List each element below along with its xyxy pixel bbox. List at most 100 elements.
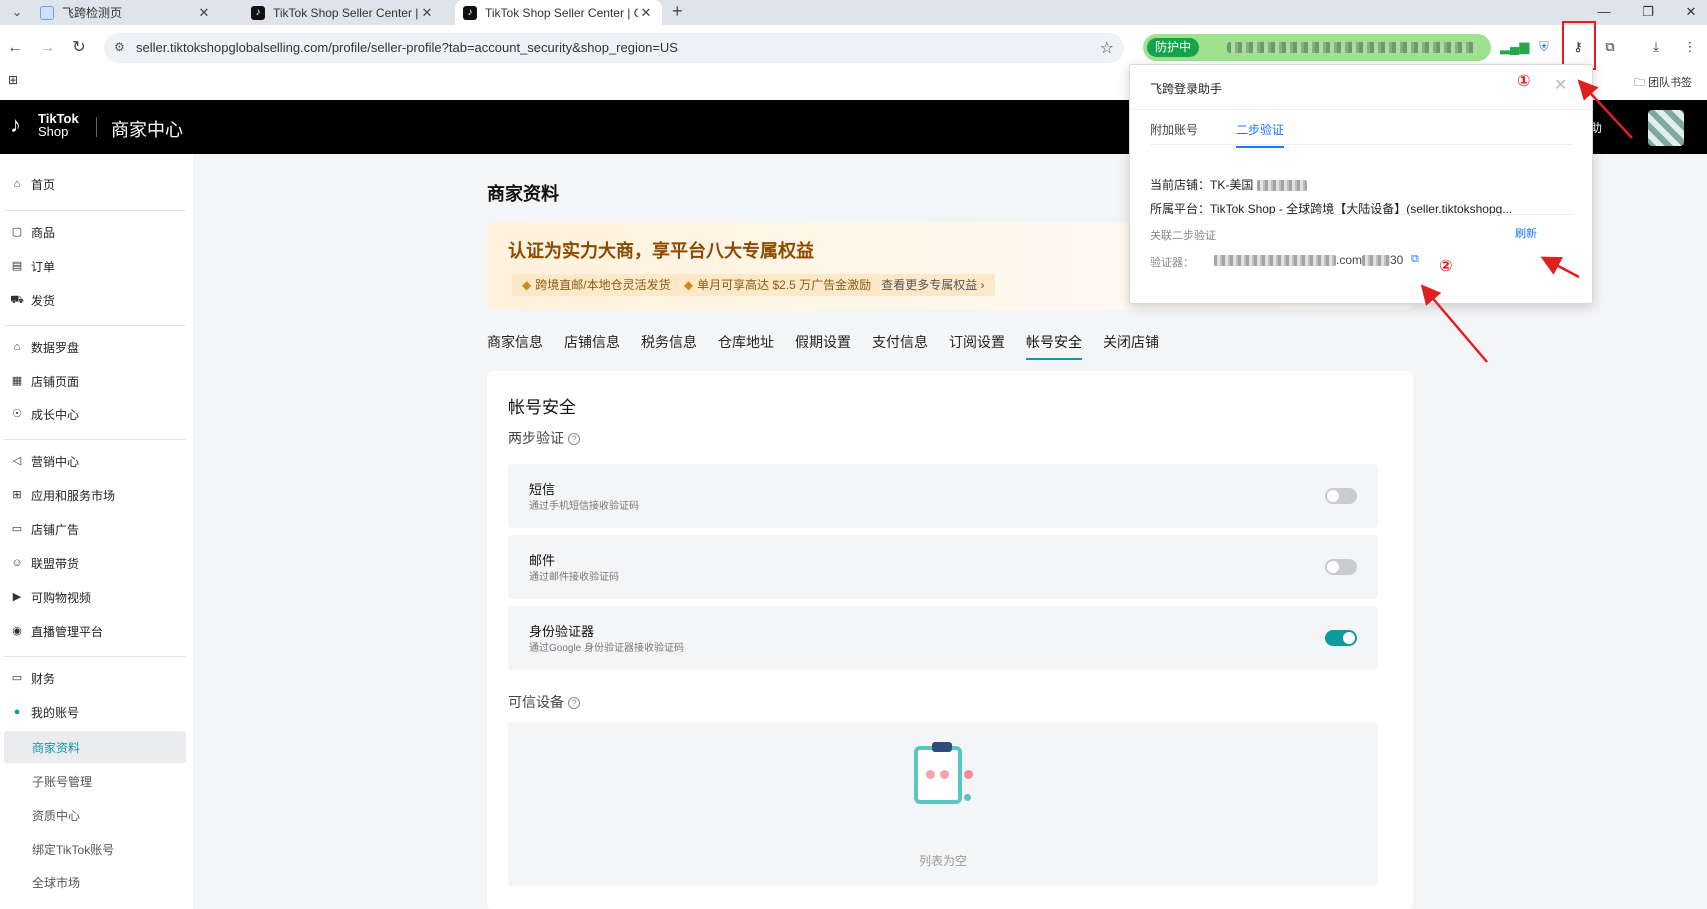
option-toggle[interactable] [1325, 559, 1357, 575]
browser-tab-2[interactable]: ♪ TikTok Shop Seller Center | C ✕ [243, 0, 443, 25]
more-menu-icon[interactable]: ⋮ [1678, 35, 1702, 59]
team-bookmark-folder[interactable]: 🗀 团队书签 [1634, 74, 1692, 93]
option-toggle[interactable] [1325, 630, 1357, 646]
profile-tab[interactable]: 帐号安全 [1026, 332, 1082, 360]
help-question-icon[interactable]: ? [568, 697, 580, 710]
puzzle-extension-icon[interactable]: ⧉ [1598, 35, 1622, 59]
compass-icon: ⌂ [13, 341, 21, 353]
sidebar-item[interactable]: ⌂ 首页 [10, 172, 55, 196]
finance-icon: ▭ [11, 672, 23, 684]
sidebar-item[interactable]: ⊞ 应用和服务市场 [10, 483, 115, 507]
restore-icon[interactable]: ❐ [1635, 2, 1661, 22]
video-icon: ▶ [12, 591, 22, 603]
back-arrow-icon[interactable]: ← [4, 37, 26, 59]
store-icon: ▦ [11, 375, 23, 387]
sidebar-item[interactable]: ▤ 订单 [10, 254, 55, 278]
sidebar-item[interactable]: ▢ 商品 [10, 220, 55, 244]
popup-tab-extra-accounts[interactable]: 附加账号 [1150, 121, 1198, 138]
sidebar-item[interactable]: ◉ 直播管理平台 [10, 619, 103, 643]
profile-tab[interactable]: 关闭店铺 [1103, 332, 1159, 360]
sidebar-sub-item[interactable]: 商家资料 [32, 739, 80, 756]
sidebar-item[interactable]: ◁ 营销中心 [10, 449, 79, 473]
sidebar-item[interactable]: ▶ 可购物视频 [10, 585, 91, 609]
promo-title: 认证为实力大商，享平台八大专属权益 [508, 241, 814, 261]
avatar[interactable] [1648, 110, 1684, 146]
divider [1150, 144, 1572, 145]
url-omnibox[interactable]: ⚙ seller.tiktokshopglobalselling.com/pro… [104, 33, 1124, 63]
option-title: 身份验证器 [529, 624, 595, 639]
sidebar-sub-item[interactable]: 绑定TikTok账号 [32, 841, 114, 858]
current-store-row: 当前店铺：TK-美国 [1150, 176, 1307, 193]
promo-more-link[interactable]: 查看更多专属权益 › [881, 278, 984, 292]
sidebar-item[interactable]: ▦ 店铺页面 [10, 369, 79, 393]
window-close-icon[interactable]: ✕ [1678, 2, 1704, 22]
sidebar-item-label: 我的账号 [31, 705, 80, 720]
sidebar-item[interactable]: ⛟ 发货 [10, 288, 55, 312]
signal-bars-icon[interactable]: ▂▄▆ [1500, 35, 1529, 59]
option-toggle[interactable] [1325, 488, 1357, 504]
sidebar-item[interactable]: ☺ 联盟带货 [10, 551, 79, 575]
shield-extension-icon[interactable]: ⛨ [1532, 35, 1556, 59]
sidebar-item-label: 店铺页面 [31, 374, 80, 389]
promo-benefits[interactable]: ◆ 跨境直邮/本地仓灵活发货 ◆ 单月可享高达 $2.5 万广告金激励 查看更多专属… [512, 274, 995, 296]
sidebar-sub-item[interactable]: 全球市场 [32, 874, 80, 891]
profile-tab[interactable]: 仓库地址 [718, 332, 774, 360]
profile-tab[interactable]: 订阅设置 [949, 332, 1005, 360]
linked-two-step-label: 关联二步验证 [1150, 230, 1216, 242]
help-question-icon[interactable]: ? [568, 433, 580, 446]
forward-arrow-icon[interactable]: → [36, 37, 58, 59]
sidebar-item[interactable]: ▭ 店铺广告 [10, 517, 79, 541]
affiliate-icon: ☺ [11, 557, 23, 569]
promo-benefit-2: 单月可享高达 $2.5 万广告金激励 [697, 278, 872, 292]
download-icon[interactable]: ⤓ [1644, 35, 1668, 59]
blurred-code [1362, 255, 1390, 267]
sidebar-item-label: 应用和服务市场 [31, 488, 116, 503]
new-tab-plus-icon[interactable]: + [672, 1, 683, 22]
sidebar-item[interactable]: ⌂ 数据罗盘 [10, 335, 79, 359]
bullet-icon: ◆ [683, 278, 694, 292]
tiktok-shop-logo[interactable]: TikTok Shop [38, 112, 79, 138]
tab-close-icon[interactable]: ✕ [419, 5, 435, 21]
toggle-knob [1327, 490, 1339, 502]
sidebar-divider [4, 210, 186, 211]
sidebar-sub-item[interactable]: 子账号管理 [32, 773, 92, 790]
code-suffix: 30 [1390, 253, 1404, 267]
reload-icon[interactable]: ↻ [68, 37, 90, 59]
site-info-icon[interactable]: ⚙ [114, 40, 125, 54]
seller-center-title: 商家中心 [111, 120, 183, 140]
sidebar-item-label: 成长中心 [31, 407, 80, 422]
url-text[interactable]: seller.tiktokshopglobalselling.com/profi… [136, 40, 678, 55]
trusted-devices-label: 可信设备 [508, 694, 564, 710]
profile-tab[interactable]: 店铺信息 [564, 332, 620, 360]
tab-close-icon[interactable]: ✕ [638, 5, 654, 21]
tiktok-favicon-icon: ♪ [463, 5, 477, 20]
profile-tab[interactable]: 假期设置 [795, 332, 851, 360]
sidebar-item[interactable]: ☉ 成长中心 [10, 402, 79, 426]
refresh-link[interactable]: 刷新 [1515, 225, 1537, 241]
protection-extension-bar[interactable]: 防护中 [1143, 34, 1491, 61]
minimize-icon[interactable]: — [1591, 2, 1617, 22]
tiktok-logo-icon[interactable]: ♪ [10, 112, 26, 140]
browser-tab-1[interactable]: 飞跨检测页 ✕ [32, 0, 220, 25]
copy-code-icon[interactable]: ⧉ [1411, 253, 1419, 266]
authenticator-label: 验证器： [1150, 257, 1194, 269]
protect-badge: 防护中 [1147, 38, 1200, 57]
apps-grid-icon[interactable]: ⊞ [8, 73, 18, 87]
tab-close-icon[interactable]: ✕ [196, 5, 212, 21]
authenticator-email-suffix: .com [1336, 253, 1363, 267]
tab-search-chevron-icon[interactable]: ⌄ [8, 3, 26, 21]
profile-tab[interactable]: 商家信息 [487, 332, 543, 360]
authenticator-account: .com [1214, 253, 1362, 267]
annotation-number-2: ② [1439, 258, 1453, 275]
browser-tab-3-active[interactable]: ♪ TikTok Shop Seller Center | C ✕ [455, 0, 662, 25]
profile-tab[interactable]: 支付信息 [872, 332, 928, 360]
bookmark-star-icon[interactable]: ☆ [1100, 38, 1114, 58]
sidebar-item[interactable]: ▭ 财务 [10, 666, 55, 690]
shield-favicon-icon [40, 5, 54, 20]
browser-tab-strip: ⌄ 飞跨检测页 ✕ ♪ TikTok Shop Seller Center | … [0, 0, 1707, 25]
sidebar-sub-item[interactable]: 资质中心 [32, 807, 80, 824]
sidebar-item[interactable]: ● 我的账号 [10, 700, 79, 724]
profile-tab[interactable]: 税务信息 [641, 332, 697, 360]
account-security-card: 帐号安全 两步验证? 短信 通过手机短信接收验证码 邮件 通过邮件接收验证码 身份验证器… [487, 371, 1413, 909]
popup-close-icon[interactable]: ✕ [1554, 75, 1567, 95]
